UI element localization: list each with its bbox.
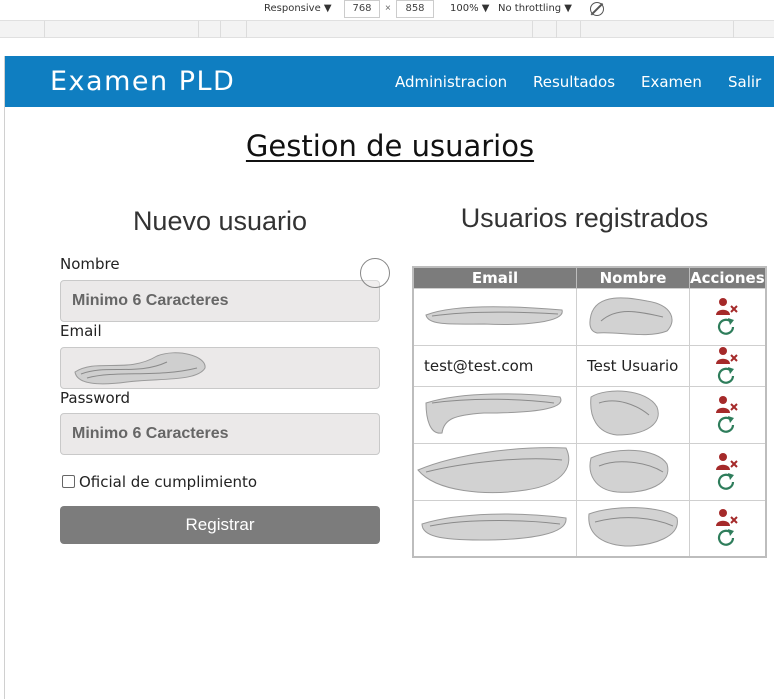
compliance-checkbox[interactable]	[62, 475, 75, 488]
device-mode-select[interactable]: Responsive ▼	[264, 3, 332, 14]
table-header-row: Email Nombre Acciones	[413, 267, 767, 288]
compliance-label: Oficial de cumplimiento	[79, 473, 258, 491]
dimension-separator: ×	[385, 3, 391, 14]
email-cell	[412, 287, 577, 346]
redacted-name	[590, 390, 659, 436]
actions-cell	[688, 287, 767, 346]
redacted-email	[74, 352, 206, 385]
redacted-email	[425, 392, 562, 434]
nav-salir[interactable]: Salir	[728, 73, 761, 91]
throttling-select[interactable]: No throttling ▼	[498, 3, 572, 14]
column-nombre: Nombre	[576, 267, 690, 288]
refresh-icon[interactable]	[716, 472, 738, 492]
user-x-icon[interactable]	[716, 346, 739, 366]
user-x-icon[interactable]	[716, 395, 739, 415]
name-cell	[576, 442, 690, 501]
name-cell: Test Usuario	[576, 344, 690, 387]
name-label: Nombre	[60, 255, 120, 273]
table-row	[412, 287, 767, 346]
refresh-icon[interactable]	[716, 415, 738, 435]
user-x-icon[interactable]	[716, 297, 739, 317]
email-input[interactable]	[60, 347, 380, 389]
register-button[interactable]: Registrar	[60, 506, 380, 544]
page: Examen PLD Administracion Resultados Exa…	[4, 56, 774, 699]
refresh-icon[interactable]	[716, 366, 738, 386]
redacted-name	[589, 296, 673, 335]
table-row: test@test.com Test Usuario	[412, 344, 767, 387]
page-title-text: Gestion de usuarios	[245, 129, 535, 163]
user-x-icon[interactable]	[716, 508, 739, 528]
actions-cell	[688, 499, 767, 558]
column-acciones: Acciones	[689, 267, 767, 288]
refresh-icon[interactable]	[716, 317, 738, 337]
name-cell	[576, 385, 690, 444]
redacted-name	[588, 507, 678, 547]
redacted-email	[417, 446, 570, 493]
page-title: Gestion de usuarios	[5, 129, 774, 163]
table-row	[412, 385, 767, 444]
cursor-indicator	[360, 258, 390, 288]
viewport-gutter	[0, 38, 774, 56]
redacted-email	[421, 513, 567, 541]
user-x-icon[interactable]	[716, 452, 739, 472]
email-cell	[412, 499, 577, 558]
email-cell	[412, 385, 577, 444]
name-cell	[576, 287, 690, 346]
redacted-email	[425, 305, 563, 325]
navbar: Examen PLD Administracion Resultados Exa…	[5, 56, 774, 107]
refresh-icon[interactable]	[716, 528, 738, 548]
nav-resultados[interactable]: Resultados	[533, 73, 615, 91]
actions-cell	[688, 442, 767, 501]
viewport-width-input[interactable]: 768	[344, 0, 380, 18]
password-input[interactable]: Minimo 6 Caracteres	[60, 413, 380, 455]
brand-logo[interactable]: Examen PLD	[50, 66, 235, 97]
new-user-title: Nuevo usuario	[132, 206, 308, 236]
actions-cell	[688, 344, 767, 387]
nav-administracion[interactable]: Administracion	[395, 73, 507, 91]
devtools-toolbar: Responsive ▼ 768 × 858 100% ▼ No throttl…	[0, 0, 774, 20]
email-cell: test@test.com	[412, 344, 577, 387]
viewport-height-input[interactable]: 858	[396, 0, 434, 18]
rotate-icon[interactable]	[590, 2, 604, 16]
media-query-ruler[interactable]	[0, 20, 774, 39]
password-label: Password	[60, 389, 131, 407]
column-email: Email	[413, 267, 577, 288]
name-cell	[576, 499, 690, 558]
compliance-row[interactable]: Oficial de cumplimiento	[62, 473, 257, 491]
actions-cell	[688, 385, 767, 444]
registered-users-title: Usuarios registrados	[460, 203, 709, 233]
nav-examen[interactable]: Examen	[641, 73, 702, 91]
users-table: Email Nombre Acciones test@test.com Test…	[412, 266, 767, 558]
table-row	[412, 499, 767, 558]
redacted-name	[589, 449, 669, 493]
zoom-select[interactable]: 100% ▼	[450, 3, 489, 14]
email-cell	[412, 442, 577, 501]
name-input[interactable]: Minimo 6 Caracteres	[60, 280, 380, 322]
table-row	[412, 442, 767, 501]
email-label: Email	[60, 322, 102, 340]
